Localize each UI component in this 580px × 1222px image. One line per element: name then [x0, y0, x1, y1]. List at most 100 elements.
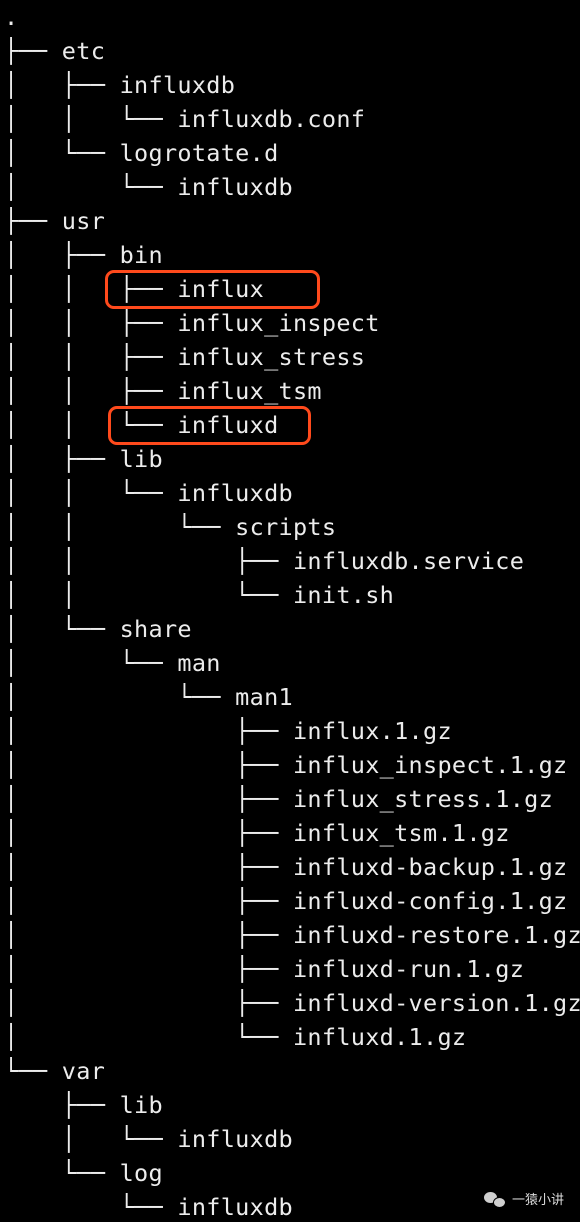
tree-connector: │ ├── — [4, 717, 293, 745]
tree-entry: └── influxdb — [4, 1190, 293, 1222]
tree-entry: │ │ ├── influx_stress — [4, 340, 365, 374]
tree-connector: │ └── — [4, 649, 178, 677]
tree-entry: │ ├── influx.1.gz — [4, 714, 452, 748]
tree-entry-name: logrotate.d — [119, 139, 279, 167]
tree-connector: │ │ ├── — [4, 343, 178, 371]
tree-entry: │ ├── influx_stress.1.gz — [4, 782, 553, 816]
tree-connector: │ ├── — [4, 785, 293, 813]
tree-entry: │ └── influxdb — [4, 170, 293, 204]
tree-connector: │ │ └── — [4, 581, 293, 609]
tree-connector: │ │ ├── — [4, 309, 178, 337]
tree-connector: └── — [4, 1193, 178, 1221]
tree-entry: │ │ └── influxdb — [4, 476, 293, 510]
tree-entry: │ └── man — [4, 646, 221, 680]
tree-connector: │ ├── — [4, 887, 293, 915]
tree-entry: ├── etc — [4, 34, 105, 68]
tree-entry-name: share — [119, 615, 192, 643]
wechat-icon — [483, 1190, 506, 1208]
tree-entry: │ └── man1 — [4, 680, 293, 714]
tree-entry: └── var — [4, 1054, 105, 1088]
tree-connector: │ ├── — [4, 241, 120, 269]
watermark: 一猿小讲 — [483, 1189, 564, 1208]
tree-entry: │ │ └── scripts — [4, 510, 336, 544]
tree-entry-name: man — [177, 649, 221, 677]
tree-entry-name: influxdb — [177, 479, 293, 507]
tree-entry: │ │ └── init.sh — [4, 578, 394, 612]
tree-entry: │ ├── influx_inspect.1.gz — [4, 748, 567, 782]
tree-entry: │ └── share — [4, 612, 192, 646]
tree-entry-name: var — [61, 1057, 106, 1085]
tree-connector: │ └── — [4, 683, 236, 711]
tree-connector: ├── — [4, 1091, 120, 1119]
tree-entry-name: influx_tsm.1.gz — [292, 819, 510, 847]
tree-connector: │ └── — [4, 139, 120, 167]
tree-entry-name: etc — [61, 37, 106, 65]
tree-entry-name: influxdb — [177, 173, 293, 201]
tree-entry-name: influxdb.conf — [177, 105, 366, 133]
tree-entry-name: bin — [119, 241, 163, 269]
tree-entry-name: init.sh — [292, 581, 395, 609]
tree-connector: │ └── — [4, 173, 178, 201]
tree-entry-name: usr — [61, 207, 106, 235]
tree-connector: │ │ └── — [4, 479, 178, 507]
tree-entry-name: influxd-backup.1.gz — [292, 853, 568, 881]
tree-connector: ├── — [4, 207, 62, 235]
tree-entry-name: lib — [119, 1091, 163, 1119]
tree-entry-name: influx_stress — [177, 343, 366, 371]
tree-connector: │ ├── — [4, 921, 293, 949]
tree-entry-name: influx_tsm — [177, 377, 322, 405]
tree-entry: │ ├── influxd-version.1.gz — [4, 986, 580, 1020]
tree-entry-name: influxd-config.1.gz — [292, 887, 568, 915]
tree-root: . — [4, 0, 18, 34]
tree-entry-name: log — [119, 1159, 163, 1187]
tree-entry: │ │ ├── influx_tsm — [4, 374, 322, 408]
tree-connector: │ ├── — [4, 751, 293, 779]
tree-entry: │ ├── influxd-backup.1.gz — [4, 850, 567, 884]
tree-connector: │ ├── — [4, 71, 120, 99]
tree-connector: │ ├── — [4, 853, 293, 881]
tree-entry-name: influxd-version.1.gz — [292, 989, 580, 1017]
tree-connector: │ └── — [4, 1023, 293, 1051]
tree-entry-name: influx.1.gz — [292, 717, 452, 745]
tree-connector: │ │ └── — [4, 513, 236, 541]
tree-connector: │ │ └── — [4, 105, 178, 133]
tree-entry: │ ├── influxdb — [4, 68, 235, 102]
tree-entry: │ ├── influxd-run.1.gz — [4, 952, 524, 986]
tree-entry: ├── lib — [4, 1088, 163, 1122]
tree-connector: ├── — [4, 37, 62, 65]
tree-entry-name: influxd.1.gz — [292, 1023, 467, 1051]
tree-entry: │ ├── influx_tsm.1.gz — [4, 816, 510, 850]
tree-entry-name: . — [4, 3, 19, 31]
tree-entry-name: man1 — [235, 683, 293, 711]
highlight-box — [105, 270, 320, 309]
tree-entry-name: influx_inspect.1.gz — [292, 751, 568, 779]
tree-connector: │ │ ├── — [4, 377, 178, 405]
tree-connector: │ ├── — [4, 819, 293, 847]
tree-entry: │ │ ├── influxdb.service — [4, 544, 524, 578]
tree-entry-name: influxd-restore.1.gz — [292, 921, 580, 949]
tree-connector: │ └── — [4, 615, 120, 643]
terminal-window: . ├── etc │ ├── influxdb │ │ └── influxdb.c… — [0, 0, 580, 1222]
tree-entry: │ └── logrotate.d — [4, 136, 279, 170]
tree-connector: │ ├── — [4, 989, 293, 1017]
tree-entry: │ ├── bin — [4, 238, 163, 272]
tree-entry-name: influxdb.service — [292, 547, 525, 575]
tree-connector: │ ├── — [4, 955, 293, 983]
tree-entry-name: influxdb — [177, 1125, 293, 1153]
tree-entry: └── log — [4, 1156, 163, 1190]
tree-entry-name: influxdb — [119, 71, 236, 99]
highlight-box — [108, 406, 311, 445]
tree-entry-name: scripts — [235, 513, 337, 541]
tree-entry: │ ├── influxd-restore.1.gz — [4, 918, 580, 952]
tree-entry-name: influx_stress.1.gz — [292, 785, 554, 813]
tree-connector: │ └── — [4, 1125, 178, 1153]
tree-entry: │ │ ├── influx_inspect — [4, 306, 380, 340]
tree-entry-name: influx_inspect — [177, 309, 380, 337]
directory-tree: . ├── etc │ ├── influxdb │ │ └── influxdb.c… — [0, 0, 580, 1222]
tree-entry: │ └── influxd.1.gz — [4, 1020, 466, 1054]
tree-connector: │ ├── — [4, 445, 120, 473]
watermark-text: 一猿小讲 — [511, 1193, 564, 1208]
tree-connector: │ │ ├── — [4, 547, 293, 575]
tree-entry: │ ├── lib — [4, 442, 163, 476]
tree-connector: └── — [4, 1159, 120, 1187]
